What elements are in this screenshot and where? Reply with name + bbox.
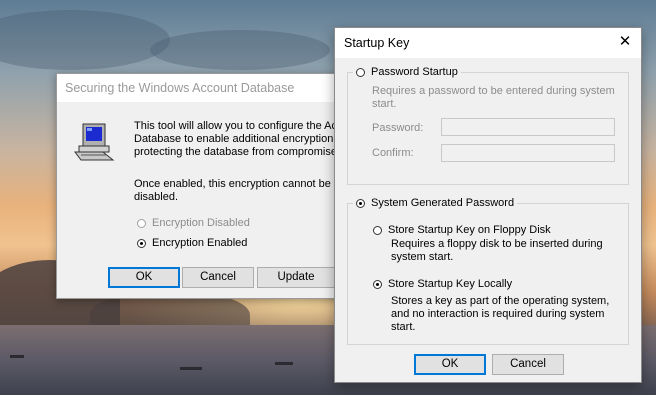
dialog-title[interactable]: Securing the Windows Account Database [57,74,357,102]
computer-icon [74,123,115,161]
floppy-disk-radio[interactable] [373,225,382,235]
startup-key-dialog: Startup Key ✕ Password Startup Requires … [334,27,642,383]
confirm-label: Confirm: [372,147,414,159]
password-startup-description: Requires a password to be entered during… [372,85,615,110]
wallpaper-boat [10,355,24,358]
password-startup-label: Password Startup [371,66,458,78]
encryption-warning: Once enabled, this encryption cannot be … [134,178,331,203]
encryption-enabled-option[interactable]: Encryption Enabled [137,237,247,249]
store-locally-description: Stores a key as part of the operating sy… [391,295,610,333]
floppy-disk-option[interactable]: Store Startup Key on Floppy Disk [373,224,551,236]
system-generated-label: System Generated Password [371,197,515,209]
encryption-disabled-option[interactable]: Encryption Disabled [137,217,250,229]
wallpaper-boat [180,367,202,370]
password-field[interactable] [441,118,615,136]
store-locally-radio[interactable] [373,279,382,289]
cancel-button[interactable]: Cancel [182,267,254,288]
encryption-enabled-radio[interactable] [137,238,146,248]
encryption-disabled-radio[interactable] [137,218,146,228]
store-locally-option[interactable]: Store Startup Key Locally [373,278,512,290]
wallpaper-cloud [150,30,330,70]
password-startup-option[interactable]: Password Startup [353,66,461,78]
system-generated-option[interactable]: System Generated Password [353,197,518,209]
wallpaper-boat [275,362,293,365]
store-locally-label: Store Startup Key Locally [388,278,513,290]
wallpaper-cloud [0,10,170,70]
securing-account-database-dialog: Securing the Windows Account Database Th… [56,73,358,299]
tool-description: This tool will allow you to configure th… [134,120,343,158]
system-generated-radio[interactable] [356,198,365,208]
dialog-title[interactable]: Startup Key [335,28,641,58]
password-label: Password: [372,122,424,134]
floppy-disk-description: Requires a floppy disk to be inserted du… [391,238,603,263]
password-startup-radio[interactable] [356,67,365,77]
encryption-disabled-label: Encryption Disabled [152,217,250,229]
encryption-enabled-label: Encryption Enabled [152,237,248,249]
confirm-field[interactable] [441,144,615,162]
ok-button[interactable]: OK [108,267,180,288]
ok-button[interactable]: OK [414,354,486,375]
cancel-button[interactable]: Cancel [492,354,564,375]
close-icon[interactable]: ✕ [617,34,633,50]
update-button[interactable]: Update [257,267,335,288]
floppy-disk-label: Store Startup Key on Floppy Disk [388,224,551,236]
